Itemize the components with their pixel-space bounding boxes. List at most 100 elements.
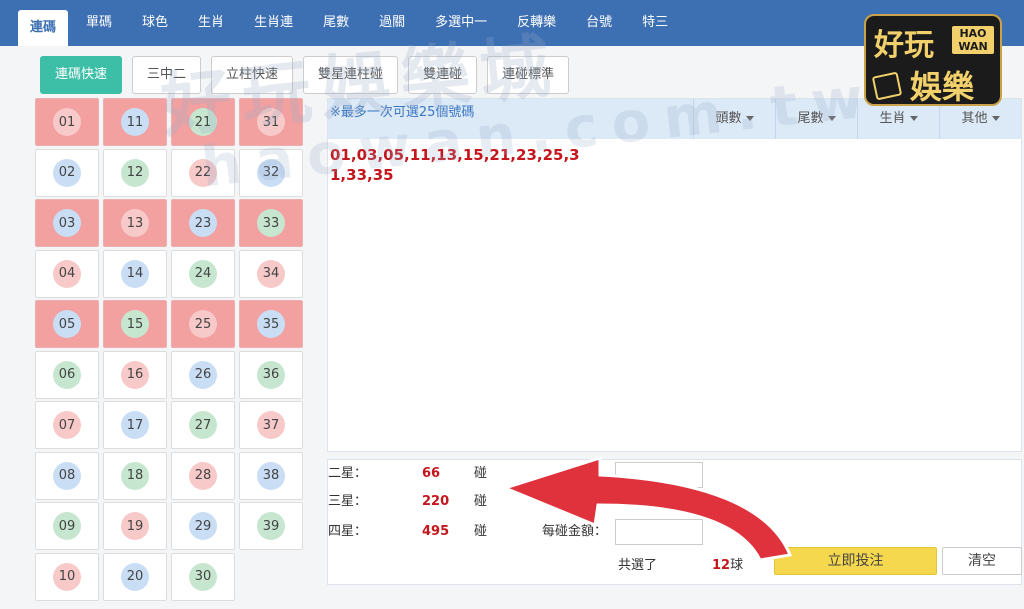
mode-button[interactable]: 雙星連柱碰: [303, 56, 399, 94]
caret-down-icon: [827, 116, 836, 121]
number-cell[interactable]: 13: [103, 199, 167, 247]
combo-count: 66: [422, 466, 441, 481]
number-ball: 22: [189, 158, 217, 187]
nav-tab[interactable]: 多選中一: [423, 5, 499, 41]
mode-button[interactable]: 連碼快速: [40, 56, 123, 94]
number-ball: 20: [121, 562, 149, 591]
number-ball: 10: [53, 562, 81, 591]
clear-button[interactable]: 清空: [942, 547, 1022, 575]
number-cell[interactable]: 21: [171, 98, 235, 146]
number-cell[interactable]: 19: [103, 502, 167, 550]
number-ball: 08: [53, 461, 81, 490]
number-cell[interactable]: 16: [103, 350, 167, 399]
mode-button[interactable]: 雙連碰: [408, 56, 478, 94]
number-ball: 36: [257, 360, 285, 389]
number-ball: 18: [121, 461, 149, 490]
number-cell[interactable]: 25: [171, 300, 235, 348]
number-cell[interactable]: 32: [239, 148, 303, 197]
number-cell[interactable]: 34: [239, 249, 303, 298]
nav-tab[interactable]: 台號: [574, 5, 624, 41]
number-cell[interactable]: 31: [239, 98, 303, 146]
number-cell[interactable]: 06: [35, 350, 99, 399]
number-cell[interactable]: 11: [103, 98, 167, 146]
place-bet-button[interactable]: 立即投注: [774, 547, 937, 575]
total-unit: 球: [730, 558, 744, 573]
number-ball: 26: [189, 360, 217, 389]
number-cell[interactable]: 15: [103, 300, 167, 348]
dropdown-tail[interactable]: 尾數: [775, 99, 857, 139]
number-cell[interactable]: 14: [103, 249, 167, 298]
number-ball: 14: [121, 259, 149, 288]
number-cell[interactable]: 29: [171, 502, 235, 550]
number-cell[interactable]: 09: [35, 502, 99, 550]
amount-input-top[interactable]: [615, 462, 703, 488]
number-ball: 03: [53, 209, 81, 237]
combo-count: 220: [422, 494, 450, 509]
mode-button[interactable]: 連碰標準: [487, 56, 570, 94]
nav-tab[interactable]: 連碼: [18, 10, 69, 46]
number-cell[interactable]: 05: [35, 300, 99, 348]
mode-button[interactable]: 立柱快速: [211, 56, 294, 94]
mode-button[interactable]: 三中二: [132, 56, 202, 94]
number-cell[interactable]: 07: [35, 401, 99, 449]
number-cell[interactable]: 35: [239, 300, 303, 348]
combo-unit: 碰: [474, 494, 488, 509]
number-ball: 27: [189, 411, 217, 439]
nav-tab[interactable]: 生肖: [186, 5, 236, 41]
number-cell[interactable]: 17: [103, 401, 167, 449]
selected-numbers-text: 01,03,05,11,13,15,21,23,25,31,33,35: [330, 146, 580, 184]
number-cell[interactable]: 26: [171, 350, 235, 399]
combo-label: 四星：: [328, 524, 368, 539]
dropdown-head[interactable]: 頭數: [693, 99, 775, 139]
number-cell[interactable]: 08: [35, 451, 99, 500]
number-ball: 38: [257, 461, 285, 490]
number-cell[interactable]: 04: [35, 249, 99, 298]
logo-text-1: 好玩: [874, 28, 934, 63]
nav-tab[interactable]: 生肖連: [242, 5, 305, 41]
number-cell[interactable]: 38: [239, 451, 303, 500]
number-ball: 31: [257, 108, 285, 136]
number-cell[interactable]: 39: [239, 502, 303, 550]
number-cell[interactable]: 10: [35, 552, 99, 601]
number-cell[interactable]: 28: [171, 451, 235, 500]
caret-down-icon: [991, 116, 1000, 121]
number-cell[interactable]: 27: [171, 401, 235, 449]
number-cell[interactable]: 02: [35, 148, 99, 197]
logo-text-en: HAO WAN: [952, 26, 994, 54]
number-cell[interactable]: 12: [103, 148, 167, 197]
number-ball: 09: [53, 512, 81, 540]
number-cell[interactable]: 36: [239, 350, 303, 399]
number-cell[interactable]: 01: [35, 98, 99, 146]
number-ball: 37: [257, 411, 285, 439]
nav-tab[interactable]: 特三: [630, 5, 680, 41]
number-ball: 35: [257, 310, 285, 338]
number-cell[interactable]: 24: [171, 249, 235, 298]
dropdown-label: 頭數: [715, 111, 742, 126]
number-cell[interactable]: 37: [239, 401, 303, 449]
number-cell[interactable]: 22: [171, 148, 235, 197]
number-cell[interactable]: 33: [239, 199, 303, 247]
number-cell[interactable]: 18: [103, 451, 167, 500]
number-cell[interactable]: 30: [171, 552, 235, 601]
nav-tab[interactable]: 過關: [367, 5, 417, 41]
dropdown-label: 尾數: [797, 111, 824, 126]
number-cell[interactable]: 23: [171, 199, 235, 247]
number-cell[interactable]: 20: [103, 552, 167, 601]
sub-toolbar: 連碼快速 三中二 立柱快速 雙星連柱碰 雙連碰 連碰標準: [40, 56, 570, 94]
nav-tab[interactable]: 反轉樂: [505, 5, 568, 41]
number-ball: 11: [121, 108, 149, 136]
number-ball: 15: [121, 310, 149, 338]
number-cell[interactable]: 03: [35, 199, 99, 247]
number-ball: 07: [53, 411, 81, 439]
number-ball: 29: [189, 512, 217, 540]
total-label: 共選了: [618, 558, 658, 573]
total-count-value: 12: [712, 558, 731, 573]
amount-per-combo-input[interactable]: [615, 519, 703, 545]
nav-tab[interactable]: 尾數: [311, 5, 361, 41]
number-ball: 34: [257, 259, 285, 288]
number-ball: 21: [189, 108, 217, 136]
brand-logo: 好玩 HAO WAN 娛樂: [864, 14, 1002, 106]
nav-tab[interactable]: 球色: [130, 5, 180, 41]
nav-tab[interactable]: 單碼: [74, 5, 124, 41]
max-select-notice: ※最多一次可選25個號碼: [330, 105, 475, 120]
